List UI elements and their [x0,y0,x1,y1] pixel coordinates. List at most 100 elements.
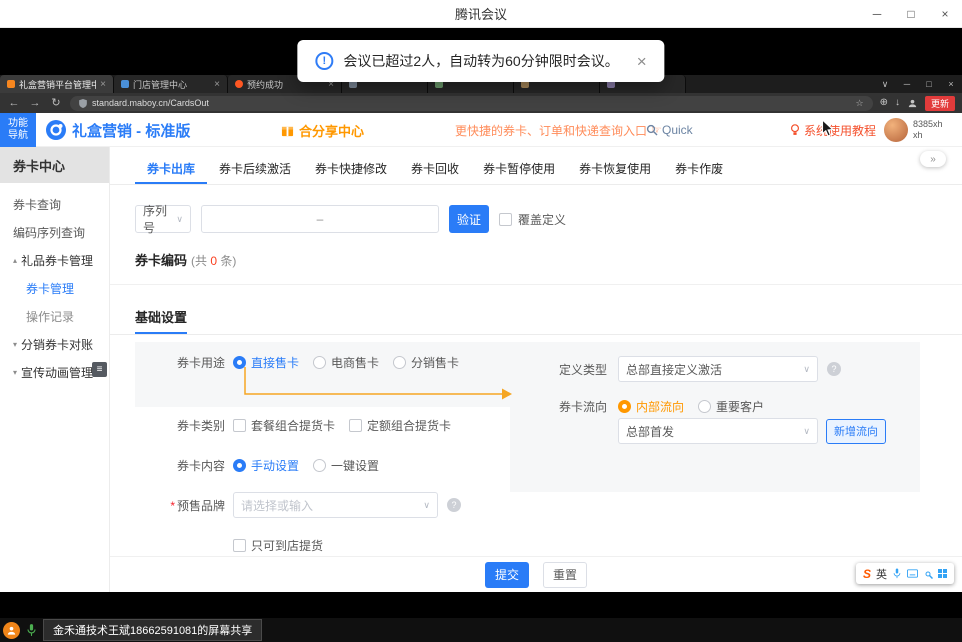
checkbox-icon[interactable] [233,419,246,432]
ime-grid-icon[interactable] [938,569,947,578]
download-icon[interactable]: ↓ [895,98,900,108]
add-flow-button[interactable]: 新增流向 [826,419,886,444]
back-icon[interactable]: ← [7,98,21,109]
screen-share-indicator[interactable]: 金禾通技术王斌18662591081的屏幕共享 [43,619,262,641]
ime-keyboard-icon[interactable] [907,569,918,578]
browser-maximize-button[interactable]: □ [918,79,940,89]
quick-search-label: Quick [662,123,693,137]
tab-card-void[interactable]: 券卡作废 [663,155,735,184]
microphone-icon[interactable] [25,623,38,637]
browser-tab-store-center[interactable]: 门店管理中心 × [114,75,228,93]
avatar[interactable] [884,118,908,142]
checkbox-icon[interactable] [499,213,512,226]
user-id: 8385xh [913,119,943,130]
user-account[interactable]: 8385xh xh [884,113,943,147]
submit-button[interactable]: 提交 [485,562,529,588]
caret-down-icon: ∨ [803,364,810,375]
browser-update-button[interactable]: 更新 [925,96,955,111]
checkbox-icon[interactable] [233,539,246,552]
ime-tools-icon[interactable] [923,569,933,579]
flow-select[interactable]: 总部首发 ∨ [618,418,818,444]
serial-type-select[interactable]: 序列号 ∨ [135,205,191,233]
tab-card-suspend[interactable]: 券卡暂停使用 [471,155,567,184]
radio-icon[interactable] [233,356,246,369]
share-center-link[interactable]: 合分享中心 [281,113,364,147]
card-flow-label: 券卡流向 [555,398,607,415]
tab-card-restore[interactable]: 券卡恢复使用 [567,155,663,184]
radio-internal-flow[interactable]: 内部流向 [618,398,684,415]
sidebar-item-operation-log[interactable]: 操作记录 [0,302,109,330]
serial-range-input[interactable]: – [201,205,439,233]
sidebar-item-card-mgmt[interactable]: 券卡管理 [0,274,109,302]
taskbar: 金禾通技术王斌18662591081的屏幕共享 [0,618,962,642]
radio-ecommerce-sale[interactable]: 电商售卡 [313,354,379,371]
tab-card-outbound[interactable]: 券卡出库 [135,155,207,184]
define-type-select[interactable]: 总部直接定义激活 ∨ [618,356,818,382]
sidebar-collapse-toggle[interactable]: ≡ [92,362,107,377]
tab-card-recycle[interactable]: 券卡回收 [399,155,471,184]
function-nav-toggle[interactable]: 功能 导航 [0,113,36,147]
tab-title: 门店管理中心 [133,78,210,91]
radio-icon[interactable] [393,356,406,369]
caret-down-icon: ∨ [423,500,430,511]
maximize-button[interactable]: □ [894,0,928,28]
help-icon[interactable]: ? [827,362,841,376]
toast-message: 会议已超过2人，自动转为60分钟限时会议。 [343,51,618,71]
tab-close-icon[interactable]: × [214,79,220,90]
radio-icon[interactable] [233,459,246,472]
tab-list-icon[interactable]: ∨ [874,79,896,90]
tutorial-link[interactable]: 系统使用教程 [790,113,876,147]
bookmark-icon[interactable]: ☆ [856,98,864,109]
presale-brand-select[interactable]: 请选择或输入 ∨ [233,492,438,518]
address-bar[interactable]: standard.maboy.cn/CardsOut ☆ [70,96,873,111]
card-content-label: 券卡内容 [135,457,225,474]
radio-label: 一键设置 [331,457,379,474]
checkbox-fixed-combo-pickup-card[interactable]: 定额组合提货卡 [349,417,451,434]
toast-close-icon[interactable]: × [637,53,647,70]
ime-language-toggle[interactable]: 英 [876,566,887,582]
panel-expand-button[interactable]: » [920,151,946,167]
tab-card-followup-activate[interactable]: 券卡后续激活 [207,155,303,184]
sidebar-group-gift-card-mgmt[interactable]: ▴礼品券卡管理 [0,246,109,274]
radio-icon[interactable] [618,400,631,413]
radio-icon[interactable] [313,356,326,369]
forward-icon[interactable]: → [28,98,42,109]
zoom-icon[interactable]: ⊕ [880,98,888,108]
meeting-member-icon[interactable] [3,622,20,639]
checkbox-icon[interactable] [349,419,362,432]
tab-card-quick-edit[interactable]: 券卡快捷修改 [303,155,399,184]
tabstrip-empty-space [686,75,874,93]
quick-search[interactable]: Quick [646,113,693,147]
browser-minimize-button[interactable]: ─ [896,79,918,89]
radio-icon[interactable] [698,400,711,413]
radio-one-click-setting[interactable]: 一键设置 [313,457,379,474]
tab-close-icon[interactable]: × [100,79,106,90]
radio-direct-sale[interactable]: 直接售卡 [233,354,299,371]
reload-icon[interactable]: ↻ [49,98,63,109]
settings-tab[interactable]: 基础设置 [135,307,187,334]
quick-entry-link[interactable]: 更快捷的券卡、订单和快递查询入口 ☞ [455,113,662,147]
override-define-checkbox[interactable]: 覆盖定义 [499,211,566,228]
radio-distribution-sale[interactable]: 分销售卡 [393,354,459,371]
browser-tab-gift-platform[interactable]: 礼盒营销平台管理中心 × [0,75,114,93]
checkbox-store-pickup-only[interactable]: 只可到店提货 [233,537,323,554]
profile-icon[interactable] [907,98,918,109]
sidebar-item-card-query[interactable]: 券卡查询 [0,190,109,218]
radio-icon[interactable] [313,459,326,472]
checkbox-label: 只可到店提货 [251,537,323,554]
verify-button[interactable]: 验证 [449,205,489,233]
radio-manual-setting[interactable]: 手动设置 [233,457,299,474]
gift-icon [281,124,294,137]
checkbox-combo-pickup-card[interactable]: 套餐组合提货卡 [233,417,335,434]
minimize-button[interactable]: ─ [860,0,894,28]
reset-button[interactable]: 重置 [543,562,587,588]
codes-count-close: 条) [217,254,236,268]
sidebar-item-serial-query[interactable]: 编码序列查询 [0,218,109,246]
radio-important-customer[interactable]: 重要客户 [698,398,764,415]
ime-mic-icon[interactable] [892,568,902,579]
browser-close-button[interactable]: × [940,79,962,89]
close-button[interactable]: × [928,0,962,28]
help-icon[interactable]: ? [447,498,461,512]
sidebar-group-distribution-recon[interactable]: ▾分销券卡对账 [0,330,109,358]
ime-logo-icon[interactable]: S [863,567,871,581]
